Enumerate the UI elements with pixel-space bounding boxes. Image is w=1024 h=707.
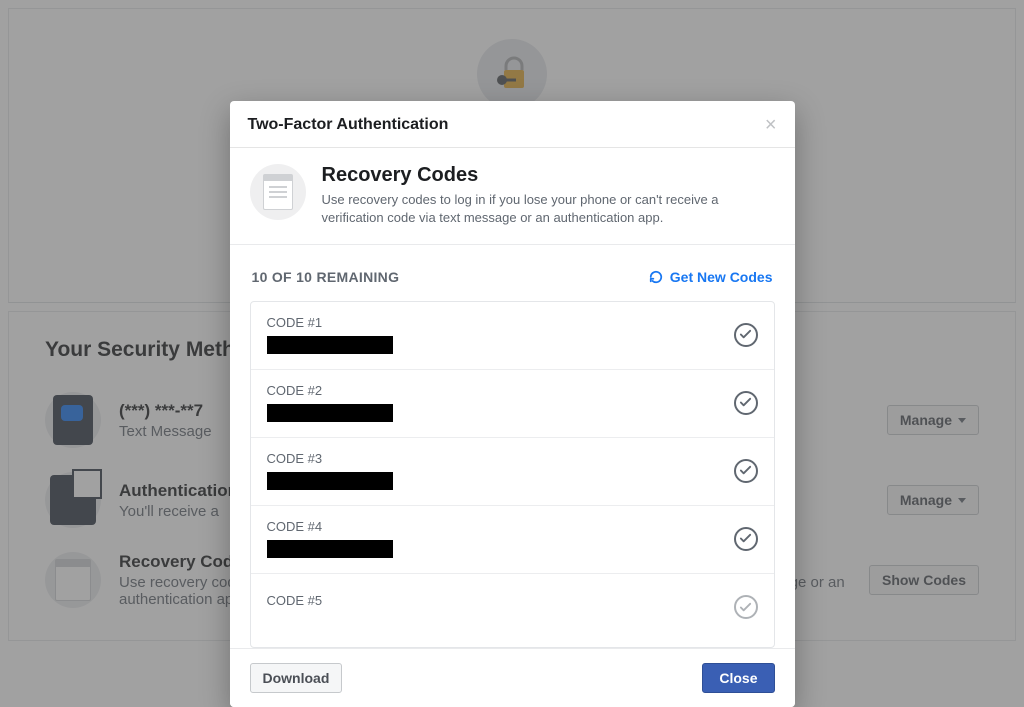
code-row: CODE #5 [251, 574, 774, 634]
modal-overlay: Two-Factor Authentication × Recovery Cod… [0, 0, 1024, 707]
code-value-redacted [267, 336, 393, 354]
code-value-redacted [267, 540, 393, 558]
refresh-icon [649, 270, 663, 284]
code-value-redacted [267, 472, 393, 490]
code-row: CODE #4 [251, 506, 774, 574]
modal-footer: Download Close [230, 648, 795, 707]
note-icon [250, 164, 306, 220]
check-circle-icon [734, 527, 758, 551]
code-row: CODE #2 [251, 370, 774, 438]
codes-remaining-label: 10 OF 10 REMAINING [252, 269, 400, 285]
codes-list[interactable]: CODE #1 CODE #2 [250, 301, 775, 648]
modal-description: Recovery Codes Use recovery codes to log… [230, 148, 795, 245]
code-row: CODE #1 [251, 302, 774, 370]
check-circle-icon [734, 323, 758, 347]
code-label: CODE #4 [267, 519, 393, 534]
code-row: CODE #3 [251, 438, 774, 506]
get-new-codes-link[interactable]: Get New Codes [649, 269, 773, 285]
code-label: CODE #1 [267, 315, 393, 330]
recovery-codes-heading: Recovery Codes [322, 164, 775, 187]
code-value-redacted [267, 404, 393, 422]
check-circle-icon [734, 595, 758, 619]
recovery-codes-modal: Two-Factor Authentication × Recovery Cod… [230, 101, 795, 707]
modal-header: Two-Factor Authentication × [230, 101, 795, 148]
check-circle-icon [734, 391, 758, 415]
code-label: CODE #3 [267, 451, 393, 466]
close-icon[interactable]: × [765, 115, 777, 135]
code-label: CODE #2 [267, 383, 393, 398]
code-label: CODE #5 [267, 593, 323, 608]
download-button[interactable]: Download [250, 663, 343, 693]
check-circle-icon [734, 459, 758, 483]
modal-title: Two-Factor Authentication [248, 116, 449, 134]
recovery-codes-subtitle: Use recovery codes to log in if you lose… [322, 191, 775, 226]
codes-header: 10 OF 10 REMAINING Get New Codes [250, 245, 775, 301]
close-button[interactable]: Close [702, 663, 774, 693]
